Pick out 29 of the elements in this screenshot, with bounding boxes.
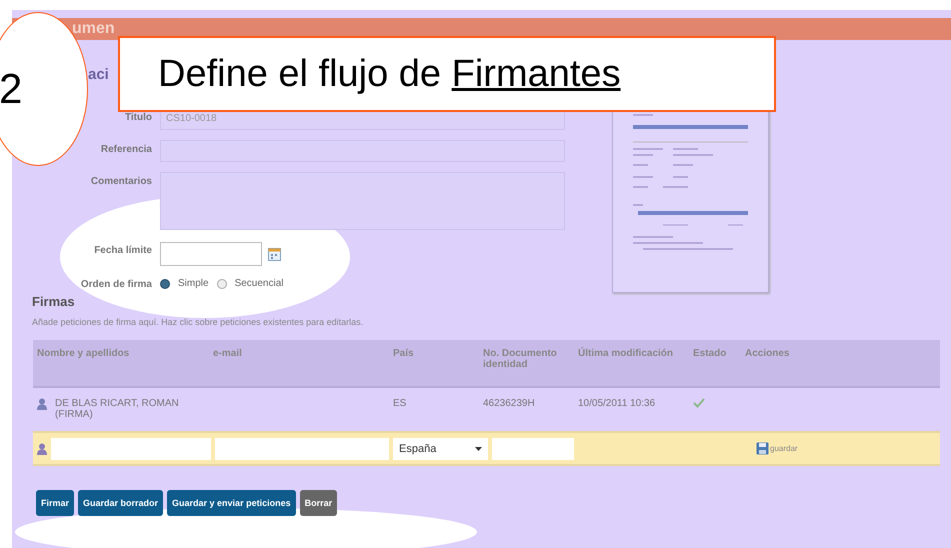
field-label: Fecha límite [93,244,152,258]
section-title: Firmas [32,294,75,309]
column-header: Estado [692,348,728,361]
hint-text: Añade peticiones de firma aquí. Haz clic sobre peticiones existentes para editarlas. [32,317,364,327]
radio-label: Secuencial [234,278,284,290]
column-header: Nombre y apellidos [36,348,130,361]
field-label: Comentarios [90,175,152,190]
field-label: Titulo [124,111,152,125]
column-header: No. Documento identidad [482,348,558,372]
table-cell-text: ES [392,397,408,411]
table-cell-text: 46236239H [482,397,536,411]
action-button[interactable]: Firmar [36,490,74,516]
table-cell-text: DE BLAS RICART, ROMAN (FIRMA) [55,398,180,420]
step-number: 2 [0,65,22,113]
column-header: Acciones [744,348,790,361]
callout-text: Define el flujo de Firmantes [158,52,621,96]
column-header: e-mail [212,348,243,361]
action-button[interactable]: Guardar borrador [78,490,164,516]
section-title: aci [88,66,109,85]
table-cell-text: 10/05/2011 10:36 [577,397,656,411]
country-select[interactable]: España [393,438,488,460]
radio-label: Simple [178,278,209,290]
action-button[interactable]: Guardar y enviar peticiones [167,490,296,516]
column-header: Última modificación [577,348,674,361]
field-label: Orden de firma [80,278,152,292]
field-label: Referencia [100,143,152,158]
column-header: País [392,348,415,361]
header-title: umen [72,20,115,38]
action-button[interactable]: Borrar [300,490,338,516]
